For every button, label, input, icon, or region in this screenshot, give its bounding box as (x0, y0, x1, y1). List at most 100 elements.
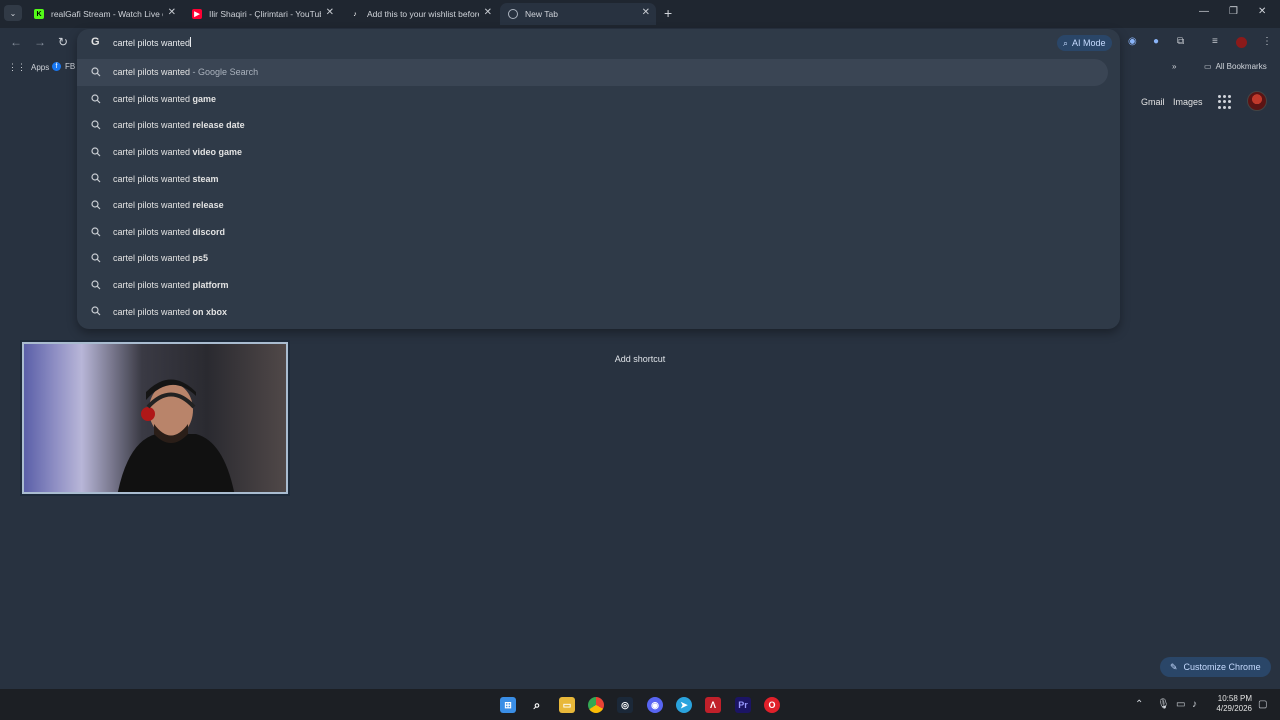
suggestion-suffix: release date (192, 120, 245, 131)
restore-icon[interactable]: ❐ (1229, 6, 1238, 17)
suggestion-item[interactable]: cartel pilots wanted - Google Search (77, 59, 1108, 86)
microphone-icon[interactable]: 🎙 (1157, 699, 1170, 710)
reload-icon[interactable]: ↻ (58, 35, 68, 49)
volume-icon[interactable]: ♪ (1192, 699, 1197, 710)
suggestion-suffix: discord (192, 226, 226, 237)
close-icon[interactable]: ✕ (642, 7, 650, 18)
suggestion-item[interactable]: cartel pilots wanted release (77, 192, 1120, 219)
account-avatar[interactable] (1247, 91, 1267, 111)
tab-youtube[interactable]: ▶ Ilir Shaqiri - Çlirimtari - YouTube ✕ (184, 3, 340, 25)
suggestion-item[interactable]: cartel pilots wanted game (77, 86, 1120, 113)
ai-mode-button[interactable]: ⌕ AI Mode (1057, 35, 1112, 51)
taskbar: ⊞ ⌕ ▭ ◎ ◉ ➤ Λ Pr O ⌃ 🎙 ▭ ♪ ▢ (0, 689, 1280, 720)
tab-title: Ilir Shaqiri - Çlirimtari - YouTube (209, 9, 321, 19)
search-icon (91, 67, 101, 77)
profile-ext-icon[interactable]: ● (1153, 36, 1159, 47)
bookmark-fb[interactable]: f FB (52, 62, 75, 71)
suggestion-text: cartel pilots wanted release date (113, 120, 245, 130)
omnibox-input[interactable]: cartel pilots wanted (113, 37, 192, 48)
suggestion-item[interactable]: cartel pilots wanted on xbox (77, 298, 1120, 325)
app-red-icon[interactable]: Λ (705, 697, 721, 713)
steam-icon[interactable]: ◎ (617, 697, 633, 713)
suggestion-text: cartel pilots wanted release (113, 200, 224, 210)
taskbar-clock[interactable]: 10:58 PM 4/29/2026 (1206, 694, 1252, 714)
tiktok-icon: ♪ (353, 10, 357, 18)
customize-chrome-button[interactable]: ✎ Customize Chrome (1160, 657, 1271, 677)
customize-label: Customize Chrome (1183, 662, 1261, 672)
suggestion-text: cartel pilots wanted discord (113, 227, 225, 237)
suggestion-text: cartel pilots wanted platform (113, 280, 229, 290)
suggestion-item[interactable]: cartel pilots wanted platform (77, 272, 1120, 299)
reading-list-icon[interactable]: ≡ (1212, 36, 1218, 47)
tab-tiktok[interactable]: ♪ Add this to your wishlist before ✕ (342, 3, 498, 25)
suggestion-base: cartel pilots wanted (113, 173, 193, 184)
suggestion-text: cartel pilots wanted video game (113, 147, 242, 157)
minimize-icon[interactable]: — (1199, 6, 1209, 17)
suggestion-suffix: release (192, 200, 224, 211)
webcam-overlay (22, 342, 288, 494)
network-icon[interactable]: ▭ (1176, 699, 1185, 710)
chevron-up-icon[interactable]: ⌃ (1135, 699, 1143, 710)
opera-icon[interactable]: O (764, 697, 780, 713)
premiere-icon[interactable]: Pr (735, 697, 751, 713)
omnibox-query: cartel pilots wanted (113, 38, 191, 48)
close-icon[interactable]: ✕ (168, 7, 176, 18)
suggestion-suffix: ps5 (192, 253, 209, 264)
file-explorer-icon[interactable]: ▭ (559, 697, 575, 713)
tab-search-button[interactable]: ⌄ (4, 5, 22, 21)
suggestion-base: cartel pilots wanted (113, 226, 193, 237)
close-icon[interactable]: ✕ (326, 7, 334, 18)
suggestion-suffix: platform (192, 280, 229, 291)
search-icon (91, 147, 101, 157)
suggestion-item[interactable]: cartel pilots wanted video game (77, 139, 1120, 166)
images-link[interactable]: Images (1173, 97, 1203, 107)
suggestion-item[interactable]: cartel pilots wanted ps5 (77, 245, 1120, 272)
close-window-icon[interactable]: ✕ (1258, 6, 1266, 17)
chevron-double-right-icon[interactable]: » (1172, 62, 1176, 71)
chrome-icon[interactable] (588, 697, 604, 713)
extensions-icon[interactable]: ⧉ (1177, 36, 1184, 47)
tab-kick[interactable]: K realGafi Stream - Watch Live on ✕ (26, 3, 182, 25)
voice-icon[interactable]: ◉ (1128, 36, 1137, 47)
suggestion-base: cartel pilots wanted (113, 200, 193, 211)
suggestion-item[interactable]: cartel pilots wanted release date (77, 112, 1120, 139)
search-icon (91, 200, 101, 210)
tab-new-tab[interactable]: New Tab ✕ (500, 3, 656, 25)
all-bookmarks[interactable]: ▭ All Bookmarks (1204, 62, 1267, 71)
bookmark-label: Apps (31, 63, 50, 72)
suggestion-item[interactable]: cartel pilots wanted steam (77, 165, 1120, 192)
search-icon (91, 173, 101, 183)
tab-title: Add this to your wishlist before (367, 9, 479, 19)
chrome-icon (508, 9, 518, 19)
suggestion-suffix: - Google Search (190, 67, 259, 78)
search-icon[interactable]: ⌕ (529, 697, 545, 713)
omnibox-input-row[interactable]: G cartel pilots wanted ⌕ AI Mode (77, 29, 1120, 57)
telegram-icon[interactable]: ➤ (676, 697, 692, 713)
profile-avatar[interactable] (1236, 37, 1247, 48)
google-apps-icon[interactable] (1218, 95, 1232, 109)
suggestion-text: cartel pilots wanted game (113, 94, 216, 104)
windows-start-icon[interactable]: ⊞ (500, 697, 516, 713)
discord-icon[interactable]: ◉ (647, 697, 663, 713)
suggestion-text: cartel pilots wanted steam (113, 174, 219, 184)
search-icon (91, 120, 101, 130)
folder-icon: ▭ (1204, 62, 1212, 71)
suggestion-item[interactable]: cartel pilots wanted discord (77, 219, 1120, 246)
add-shortcut[interactable]: Add shortcut (600, 354, 680, 364)
more-menu-icon[interactable]: ⋮ (1262, 36, 1272, 47)
new-tab-button[interactable]: + (664, 5, 672, 21)
suggestion-text: cartel pilots wanted ps5 (113, 253, 208, 263)
add-shortcut-label: Add shortcut (614, 354, 666, 364)
clock-time: 10:58 PM (1217, 694, 1252, 703)
notification-icon[interactable]: ▢ (1258, 699, 1267, 710)
suggestion-suffix: on xbox (192, 306, 228, 317)
bookmark-label: FB (65, 62, 76, 71)
gmail-link[interactable]: Gmail (1141, 97, 1165, 107)
search-icon (91, 226, 101, 236)
tab-title: realGafi Stream - Watch Live on (51, 9, 163, 19)
tab-title: New Tab (525, 9, 558, 19)
forward-icon[interactable]: → (34, 35, 46, 49)
close-icon[interactable]: ✕ (484, 7, 492, 18)
bookmark-apps[interactable]: ⋮⋮ Apps (8, 62, 49, 73)
back-icon[interactable]: ← (10, 35, 22, 49)
